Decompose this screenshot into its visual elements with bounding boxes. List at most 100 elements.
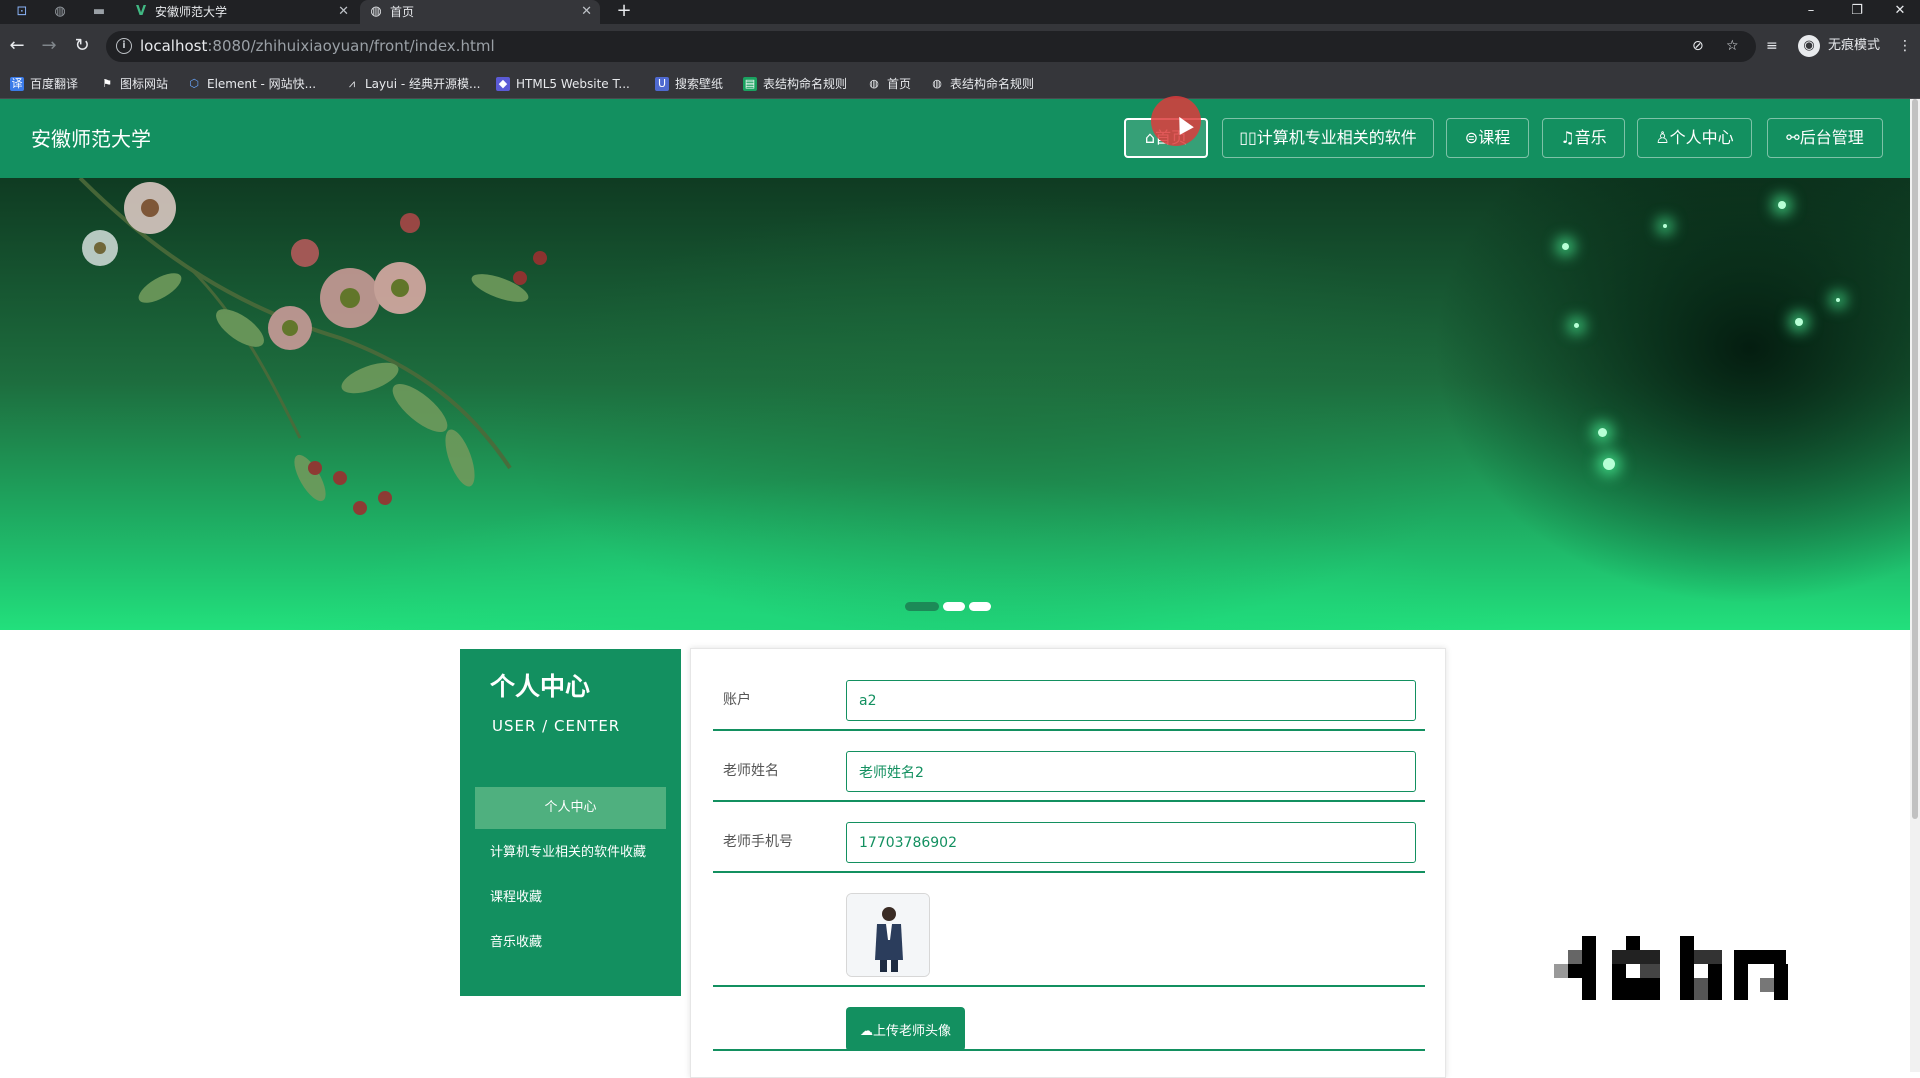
bookmark-item[interactable]: U 搜索壁纸 [655,69,723,99]
back-icon[interactable]: ← [5,34,29,58]
site-info-icon[interactable]: i [116,38,132,54]
translate-icon: 译 [10,77,24,91]
grid-icon: ▯▯ [1239,128,1257,147]
vue-logo-icon: V [135,4,147,19]
bookmark-item[interactable]: ◍ 表结构命名规则 [930,69,1034,99]
close-window-icon[interactable]: ✕ [1880,0,1920,24]
teacher-avatar[interactable] [846,893,930,977]
bookmark-label: 百度翻译 [30,77,79,91]
site-title[interactable]: 安徽师范大学 [31,123,151,152]
bookmark-item[interactable]: ◍ 首页 [867,69,911,99]
minimize-icon[interactable]: – [1788,0,1834,24]
bookmark-item[interactable]: ⩘ Layui - 经典开源模... [345,69,481,99]
nav-user-center[interactable]: ♙个人中心 [1637,118,1752,158]
nav-admin[interactable]: ⚯后台管理 [1767,118,1883,158]
scrollbar-thumb[interactable] [1912,99,1918,819]
bookmark-item[interactable]: 译百度翻译 [10,69,78,99]
teacher-phone-label: 老师手机号 [723,834,793,850]
page-scrollbar[interactable] [1910,99,1920,1072]
nav-label: 音乐 [1574,128,1607,147]
globe-icon[interactable]: ◍ [51,3,69,21]
sidebar-item-software-favorites[interactable]: 计算机专业相关的软件收藏 [475,832,666,874]
forward-icon[interactable]: → [37,34,61,58]
profile-form: 账户 老师姓名 老师手机号 ☁上传老师头像 [690,648,1446,1078]
sidebar-item-user-center[interactable]: 个人中心 [475,787,666,829]
carousel-dot[interactable] [943,602,965,611]
bookmark-star-icon[interactable]: ☆ [1726,34,1739,58]
close-tab-icon[interactable]: ✕ [581,0,592,24]
bookmark-label: 表结构命名规则 [763,77,848,91]
browser-tab-strip: ⊡ ◍ ▬ V 安徽师范大学 ✕ ◍ 首页 ✕ + – ❐ ✕ [0,0,1920,24]
user-center-sidebar: 个人中心 USER / CENTER 个人中心 计算机专业相关的软件收藏 课程收… [460,649,681,996]
bookmarks-bar: 译百度翻译 ⚑ 图标网站 ⬡ Element - 网站快... ⩘ Layui - 经… [0,69,1920,99]
url-path: :8080/zhihuixiaoyuan/front/index.html [207,37,495,55]
hero-carousel[interactable] [0,178,1910,630]
nav-music[interactable]: ♫音乐 [1542,118,1625,158]
carousel-dot[interactable] [969,602,991,611]
restore-icon[interactable]: ❐ [1834,0,1880,24]
bookmark-label: 首页 [887,77,912,91]
bookmark-label: 表结构命名规则 [950,77,1035,91]
url-text: localhost:8080/zhihuixiaoyuan/front/inde… [140,31,495,62]
bookmark-item[interactable]: ◆ HTML5 Website T... [496,69,630,99]
globe-icon: ◍ [932,77,942,90]
form-row-avatar [713,873,1425,987]
globe-icon: ◍ [869,77,879,90]
globe-icon: ◍ [370,4,382,19]
eye-off-icon[interactable]: ⊘ [1692,34,1704,58]
window-icon[interactable]: ▬ [90,3,108,21]
bookmark-item[interactable]: ⬡ Element - 网站快... [187,69,316,99]
reading-list-icon[interactable]: ≡ [1766,34,1778,58]
element-logo-icon: ⬡ [189,77,199,90]
browser-tab-1[interactable]: V 安徽师范大学 ✕ [125,0,357,24]
upload-avatar-button[interactable]: ☁上传老师头像 [846,1007,965,1051]
browser-toolbar: ← → ↻ i localhost:8080/zhihuixiaoyuan/fr… [0,24,1920,69]
account-input[interactable] [846,680,1416,721]
sheet-icon: ▤ [743,77,757,91]
incognito-profile[interactable]: ◉ 无痕模式 [1798,33,1880,59]
bookmark-item[interactable]: ⚑ 图标网站 [100,69,168,99]
sparkle [1598,428,1607,437]
form-row-teacher-phone: 老师手机号 [713,802,1425,873]
form-row-account: 账户 [713,649,1425,731]
reload-icon[interactable]: ↻ [70,34,94,58]
sidebar-item-music-favorites[interactable]: 音乐收藏 [475,922,666,964]
bookmark-label: 图标网站 [120,77,169,91]
app-switcher-icon[interactable]: ⊡ [13,3,31,21]
form-row-teacher-name: 老师姓名 [713,731,1425,802]
wallpaper-icon: U [655,77,669,91]
teacher-name-input[interactable] [846,751,1416,792]
url-host: localhost [140,37,208,55]
sparkle [1663,224,1667,228]
profile-label: 无痕模式 [1828,38,1881,53]
html5-icon: ◆ [496,77,510,91]
sparkle [1574,323,1579,328]
address-bar[interactable]: i localhost:8080/zhihuixiaoyuan/front/in… [106,31,1756,62]
cloud-upload-icon: ☁ [859,1023,873,1039]
browser-tab-2[interactable]: ◍ 首页 ✕ [360,0,600,24]
teacher-name-label: 老师姓名 [723,763,779,779]
close-tab-icon[interactable]: ✕ [338,0,349,24]
nav-label: 课程 [1478,128,1511,147]
sidebar-item-course-favorites[interactable]: 课程收藏 [475,877,666,919]
nav-courses[interactable]: ⊜课程 [1446,118,1529,158]
menu-kebab-icon[interactable]: ⋮ [1898,34,1912,58]
nav-label: 个人中心 [1669,128,1734,147]
music-icon: ♫ [1560,128,1575,147]
nav-label: 后台管理 [1799,128,1864,147]
new-tab-button[interactable]: + [612,0,636,24]
bookmark-label: HTML5 Website T... [516,77,630,91]
sparkle [1778,201,1786,209]
nav-software[interactable]: ▯▯计算机专业相关的软件 [1222,118,1434,158]
sparkle [1562,243,1569,250]
tab-title: 安徽师范大学 [155,5,228,19]
avatar-photo-icon [847,894,929,976]
flag-icon: ⚑ [102,77,112,90]
sparkle [1795,318,1803,326]
bookmark-label: Layui - 经典开源模... [365,77,481,91]
sparkle [1836,298,1840,302]
teacher-phone-input[interactable] [846,822,1416,863]
bookmark-label: Element - 网站快... [207,77,317,91]
bookmark-item[interactable]: ▤ 表结构命名规则 [743,69,847,99]
carousel-dot[interactable] [905,602,939,611]
